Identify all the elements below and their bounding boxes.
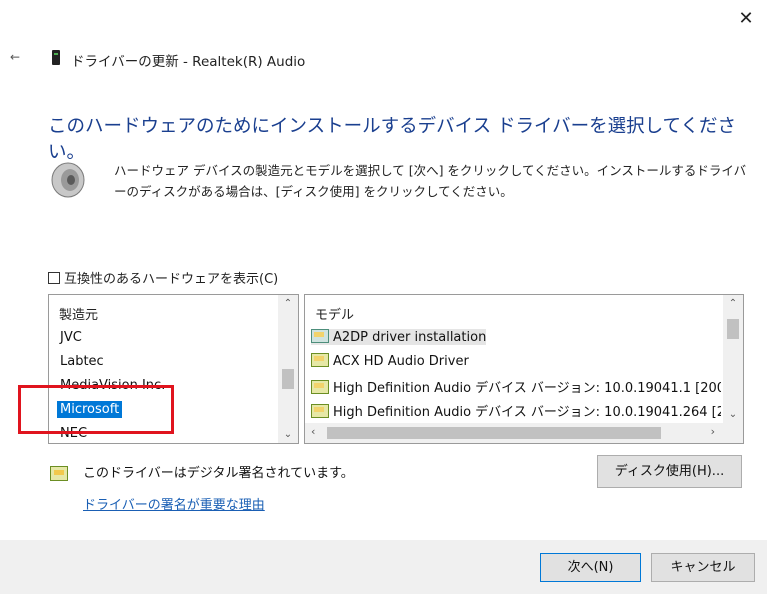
speaker-icon <box>51 162 85 198</box>
driver-icon <box>311 353 329 367</box>
manufacturer-item[interactable]: MediaVision Inc. <box>57 377 168 394</box>
compat-checkbox[interactable]: 互換性のあるハードウェアを表示(C) <box>48 268 278 287</box>
manufacturer-item[interactable]: Labtec <box>57 353 107 370</box>
manufacturer-list[interactable]: 製造元 JVC Labtec MediaVision Inc. Microsof… <box>48 294 299 444</box>
scroll-corner <box>723 423 743 443</box>
scroll-thumb[interactable] <box>327 427 661 439</box>
model-item-label: ACX HD Audio Driver <box>333 354 469 369</box>
close-button[interactable]: ✕ <box>735 8 757 29</box>
scroll-left-icon[interactable]: ‹ <box>311 425 315 438</box>
manufacturer-item-selected[interactable]: Microsoft <box>57 401 123 418</box>
model-item[interactable]: High Definition Audio デバイス バージョン: 10.0.1… <box>311 377 721 396</box>
signed-driver-icon <box>50 466 68 481</box>
scroll-up-icon[interactable]: ⌃ <box>278 298 298 309</box>
model-vscrollbar[interactable]: ⌃ ⌄ <box>723 295 743 423</box>
model-item-label: High Definition Audio デバイス バージョン: 10.0.1… <box>333 381 721 396</box>
model-item-label: A2DP driver installation <box>333 330 487 345</box>
model-item[interactable]: A2DP driver installation <box>311 329 487 345</box>
checkbox-box[interactable] <box>48 272 60 284</box>
cancel-button[interactable]: キャンセル <box>651 553 755 582</box>
have-disk-button[interactable]: ディスク使用(H)... <box>597 455 742 488</box>
scroll-up-icon[interactable]: ⌃ <box>723 298 743 309</box>
scroll-thumb[interactable] <box>282 369 294 389</box>
model-item[interactable]: High Definition Audio デバイス バージョン: 10.0.1… <box>311 401 721 420</box>
scroll-down-icon[interactable]: ⌄ <box>723 409 743 420</box>
manufacturer-item[interactable]: JVC <box>57 329 85 346</box>
manufacturer-header: 製造元 <box>59 308 99 323</box>
scroll-down-icon[interactable]: ⌄ <box>278 429 298 440</box>
model-header: モデル <box>315 308 355 323</box>
driver-icon <box>311 329 329 343</box>
dialog-title: ドライバーの更新 - Realtek(R) Audio <box>71 54 306 70</box>
manufacturer-vscrollbar[interactable]: ⌃ ⌄ <box>278 295 298 443</box>
back-arrow-icon[interactable]: ← <box>10 50 20 64</box>
manufacturer-item[interactable]: NEC <box>57 425 90 442</box>
signature-status: このドライバーはデジタル署名されています。 <box>83 466 354 481</box>
device-icon <box>52 50 60 65</box>
model-item[interactable]: ACX HD Audio Driver <box>311 353 469 369</box>
model-item-label: High Definition Audio デバイス バージョン: 10.0.1… <box>333 405 721 420</box>
scroll-right-icon[interactable]: › <box>711 425 715 438</box>
compat-checkbox-label: 互換性のあるハードウェアを表示(C) <box>64 272 279 287</box>
model-list[interactable]: モデル A2DP driver installation ACX HD Audi… <box>304 294 744 444</box>
signature-info-link[interactable]: ドライバーの署名が重要な理由 <box>83 494 265 513</box>
scroll-thumb[interactable] <box>727 319 739 339</box>
driver-icon <box>311 404 329 418</box>
next-button[interactable]: 次へ(N) <box>540 553 641 582</box>
instruction-text: ハードウェア デバイスの製造元とモデルを選択して [次へ] をクリックしてくださ… <box>114 163 747 199</box>
page-heading: このハードウェアのためにインストールするデバイス ドライバーを選択してください。 <box>48 116 736 163</box>
model-hscrollbar[interactable]: ‹ › <box>305 423 723 443</box>
driver-icon <box>311 380 329 394</box>
